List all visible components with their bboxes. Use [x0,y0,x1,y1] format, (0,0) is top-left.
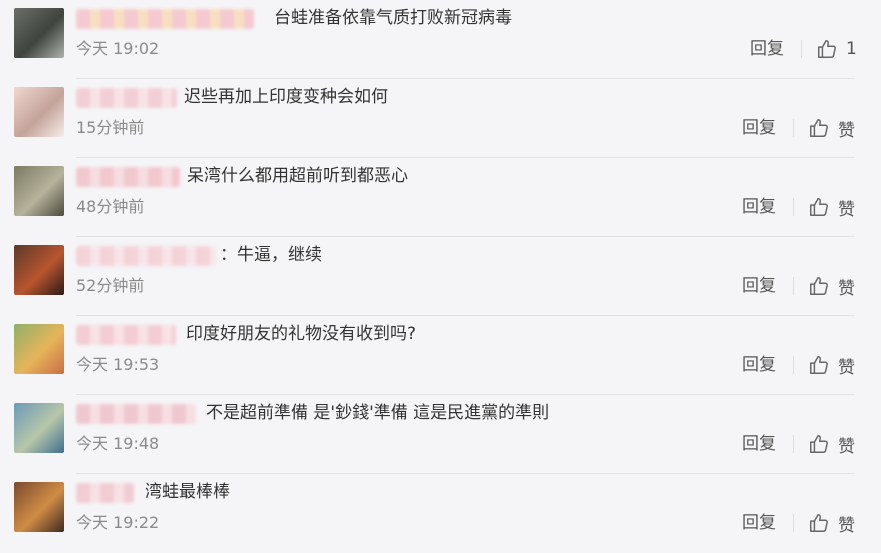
like-button[interactable]: 1 [816,36,857,62]
reply-button[interactable]: 回复 [742,512,776,534]
thumbs-up-icon [810,119,828,137]
username-redacted[interactable] [76,246,216,266]
avatar[interactable] [14,324,64,374]
like-button[interactable]: 赞 [808,431,855,457]
avatar[interactable] [14,482,64,532]
like-label: 赞 [838,278,855,299]
username-redacted[interactable] [76,325,176,345]
username-redacted[interactable] [76,167,180,187]
like-label: 赞 [838,120,855,141]
comment-time: 52分钟前 [76,276,145,295]
like-button[interactable]: 赞 [808,352,855,378]
action-divider [793,514,794,532]
like-label: 赞 [838,515,855,536]
comment-item: 台蛙准备依靠气质打败新冠病毒今天 19:02 回复 1 [0,0,881,79]
action-divider [793,119,794,137]
reply-button[interactable]: 回复 [742,433,776,455]
comment-time: 今天 19:22 [76,513,160,532]
avatar[interactable] [14,403,64,453]
username-redacted[interactable] [76,483,134,503]
username-redacted[interactable] [76,404,196,424]
like-label: 赞 [838,436,855,457]
comment-item: 不是超前準備 是'鈔錢'準備 這是民進黨的準則今天 19:48 回复 赞 [0,395,881,474]
comment-time: 48分钟前 [76,197,145,216]
comment-text: ：牛逼，继续 [220,245,322,265]
like-button[interactable]: 赞 [808,510,855,536]
thumbs-up-icon [810,198,828,216]
avatar[interactable] [14,8,64,58]
reply-button[interactable]: 回复 [742,196,776,218]
comment-text: 迟些再加上印度变种会如何 [184,87,388,107]
thumbs-up-icon [810,435,828,453]
comment-item: 印度好朋友的礼物没有收到吗? 今天 19:53 回复 赞 [0,316,881,395]
reply-button[interactable]: 回复 [750,38,784,60]
comment-time: 今天 19:48 [76,434,160,453]
comment-text: 台蛙准备依靠气质打败新冠病毒 [274,8,512,28]
username-redacted[interactable] [76,88,177,108]
reply-button[interactable]: 回复 [742,275,776,297]
comment-item: 迟些再加上印度变种会如何 15分钟前 回复 赞 [0,79,881,158]
comment-text: 湾蛙最棒棒 [145,482,230,502]
username-redacted[interactable] [76,9,254,29]
reply-button[interactable]: 回复 [742,354,776,376]
action-divider [793,356,794,374]
like-button[interactable]: 赞 [808,194,855,220]
comment-item: 呆湾什么都用超前听到都恶心 48分钟前 回复 赞 [0,158,881,237]
thumbs-up-icon [810,356,828,374]
comment-text: 呆湾什么都用超前听到都恶心 [187,166,408,186]
like-label: 赞 [838,199,855,220]
thumbs-up-icon [810,277,828,295]
action-divider [793,198,794,216]
avatar[interactable] [14,245,64,295]
comment-item: ：牛逼，继续 52分钟前 回复 赞 [0,237,881,316]
like-button[interactable]: 赞 [808,273,855,299]
comment-time: 今天 19:53 [76,355,160,374]
comment-time: 15分钟前 [76,118,145,137]
like-button[interactable]: 赞 [808,115,855,141]
avatar[interactable] [14,166,64,216]
like-label: 赞 [838,357,855,378]
comment-item: 湾蛙最棒棒今天 19:22 回复 赞 [0,474,881,553]
comment-time: 今天 19:02 [76,39,160,58]
comment-text: 印度好朋友的礼物没有收到吗? [186,324,417,344]
thumbs-up-icon [810,514,828,532]
comment-text: 不是超前準備 是'鈔錢'準備 這是民進黨的準則 [206,403,550,423]
action-divider [801,40,802,58]
like-label: 1 [846,39,857,59]
thumbs-up-icon [818,40,836,58]
action-divider [793,435,794,453]
action-divider [793,277,794,295]
avatar[interactable] [14,87,64,137]
reply-button[interactable]: 回复 [742,117,776,139]
